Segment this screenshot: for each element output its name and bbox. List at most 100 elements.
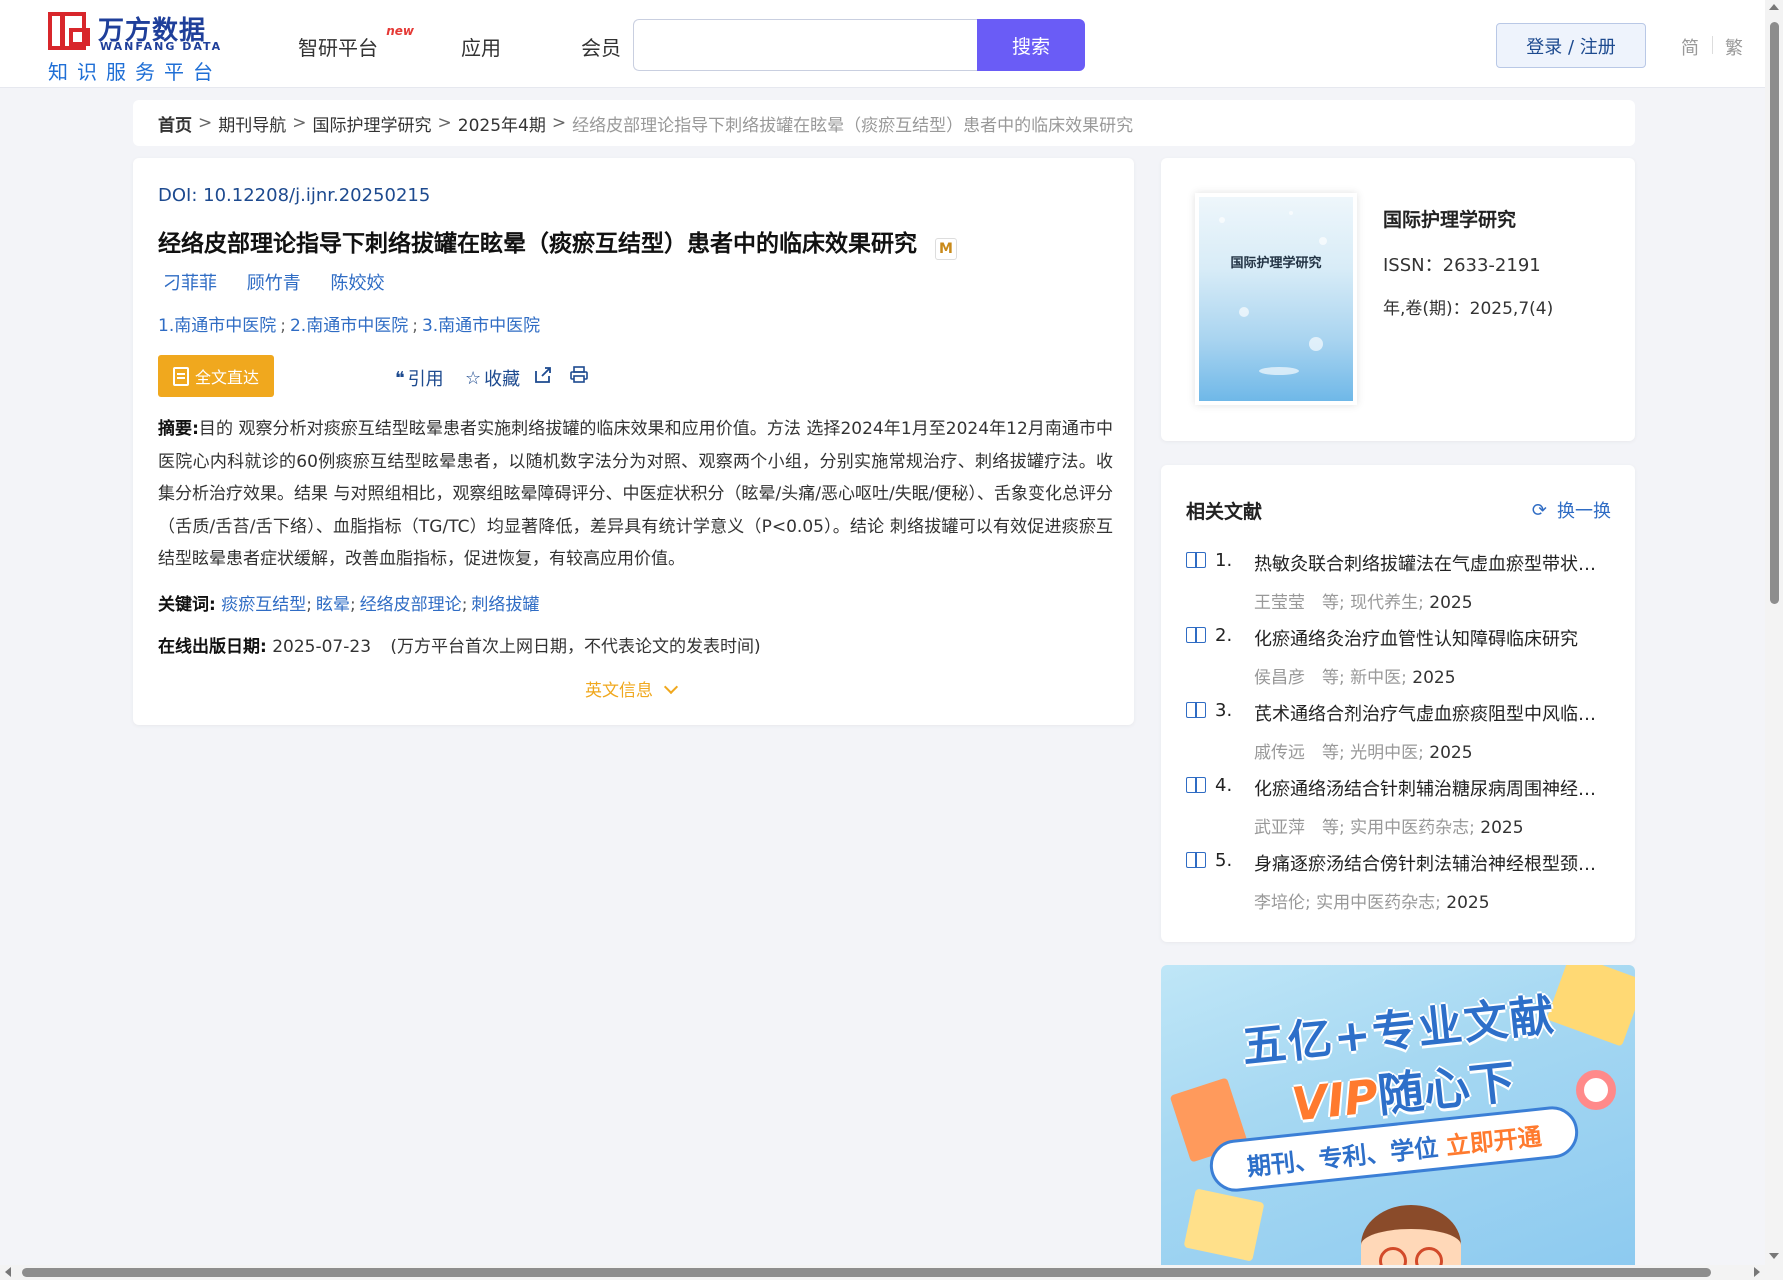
pubdate-label: 在线出版日期: <box>158 637 267 657</box>
banner-vip: VIP <box>1289 1068 1381 1132</box>
related-authors: 武亚萍 等; <box>1254 818 1345 838</box>
related-title[interactable]: 化瘀通络汤结合针刺辅治糖尿病周围神经病变临床研究 <box>1254 775 1606 801</box>
nav-member[interactable]: 会员 <box>581 32 621 61</box>
breadcrumb-journal-nav[interactable]: 期刊导航 <box>218 111 286 136</box>
breadcrumb-issue[interactable]: 2025年4期 <box>458 111 546 136</box>
related-authors: 李培伦; <box>1254 893 1311 913</box>
refresh-button[interactable]: ⟳ 换一换 <box>1532 497 1611 523</box>
vertical-scrollbar[interactable] <box>1765 0 1783 1265</box>
keyword-link[interactable]: 刺络拔罐 <box>471 595 539 615</box>
m-badge-icon[interactable]: M <box>935 238 957 260</box>
search-input[interactable] <box>633 19 977 71</box>
print-button[interactable] <box>569 365 589 385</box>
book-icon <box>1186 852 1206 868</box>
keyword-link[interactable]: 眩晕 <box>316 595 350 615</box>
cover-dot <box>1319 237 1327 245</box>
related-authors: 王莹莹 等; <box>1254 593 1345 613</box>
horizontal-scroll-thumb[interactable] <box>22 1268 1711 1277</box>
nav-apps[interactable]: 应用 <box>461 32 501 61</box>
affiliation-link[interactable]: 1.南通市中医院 <box>158 316 276 336</box>
related-title[interactable]: 化瘀通络灸治疗血管性认知障碍临床研究 <box>1254 625 1606 651</box>
logo-en-text: WANFANG DATA <box>100 40 223 53</box>
english-info-toggle[interactable]: 英文信息 <box>585 676 679 701</box>
cite-button[interactable]: ❝ 引用 <box>395 365 444 391</box>
related-authors: 侯昌彦 等; <box>1254 668 1345 688</box>
full-text-label: 全文直达 <box>194 368 259 387</box>
cover-dot <box>1219 217 1225 223</box>
related-title[interactable]: 身痛逐瘀汤结合傍针刺法辅治神经根型颈椎病临床观察 <box>1254 850 1606 876</box>
breadcrumb-separator: > <box>292 113 307 133</box>
related-source[interactable]: 新中医 <box>1350 668 1401 688</box>
book-icon <box>1186 552 1206 568</box>
keyword-link[interactable]: 痰瘀互结型 <box>221 595 306 615</box>
doi-link[interactable]: 10.12208/j.ijnr.20250215 <box>203 185 430 206</box>
chevron-down-icon <box>664 679 679 695</box>
book-illustration <box>1183 1188 1265 1262</box>
related-sep: ; <box>1469 818 1475 838</box>
breadcrumb-separator: > <box>551 113 567 133</box>
related-source[interactable]: 现代养生 <box>1350 593 1418 613</box>
related-meta: 李培伦; 实用中医药杂志; 2025 <box>1254 888 1490 913</box>
affiliation-link[interactable]: 3.南通市中医院 <box>422 316 540 336</box>
affiliation-link[interactable]: 2.南通市中医院 <box>290 316 408 336</box>
share-button[interactable] <box>533 365 553 385</box>
scroll-down-icon[interactable] <box>1769 1253 1779 1259</box>
related-sep: ; <box>1418 593 1424 613</box>
keyword-separator: ; <box>306 595 312 615</box>
nav-zhiyan[interactable]: 智研平台 new <box>298 24 414 61</box>
wanfang-logo[interactable]: 万方数据 WANFANG DATA 知识服务平台 <box>48 10 220 84</box>
vip-banner[interactable]: 五亿+专业文献 VIP随心下 期刊、专利、学位 立即开通 <box>1161 965 1635 1265</box>
related-meta: 戚传远 等; 光明中医; 2025 <box>1254 738 1473 763</box>
scroll-left-icon[interactable] <box>5 1267 11 1277</box>
login-register-button[interactable]: 登录 / 注册 <box>1496 23 1646 68</box>
cover-title: 国际护理学研究 <box>1230 256 1322 271</box>
breadcrumb-journal[interactable]: 国际护理学研究 <box>313 111 432 136</box>
breadcrumb-home[interactable]: 首页 <box>158 111 192 136</box>
document-icon <box>172 366 189 386</box>
abstract-label: 摘要: <box>158 419 199 439</box>
logo-sub-text: 知识服务平台 <box>48 60 222 84</box>
related-num: 3. <box>1215 700 1233 721</box>
related-sep: ; <box>1435 893 1441 913</box>
favorite-button[interactable]: ☆ 收藏 <box>465 365 520 391</box>
volume-label: 年,卷(期)： <box>1383 299 1470 319</box>
breadcrumb-separator: > <box>437 113 452 133</box>
related-source[interactable]: 实用中医药杂志 <box>1316 893 1435 913</box>
scroll-up-icon[interactable] <box>1769 4 1779 10</box>
author-link[interactable]: 刁菲菲 <box>163 273 217 294</box>
pubdate-value: 2025-07-23 <box>272 637 372 657</box>
favorite-label: 收藏 <box>484 369 521 390</box>
scrollbar-corner <box>1765 1265 1783 1280</box>
journal-name[interactable]: 国际护理学研究 <box>1383 205 1516 232</box>
horizontal-scrollbar[interactable] <box>0 1265 1765 1280</box>
share-icon <box>535 367 551 383</box>
quote-icon: ❝ <box>395 367 405 389</box>
author-link[interactable]: 顾竹青 <box>247 273 301 294</box>
full-text-button[interactable]: 全文直达 <box>158 355 274 397</box>
banner-cta-action: 立即开通 <box>1444 1122 1543 1160</box>
related-sep: ; <box>1401 668 1407 688</box>
related-title[interactable]: 热敏灸联合刺络拔罐法在气虚血瘀型带状疱疹后遗神经痛中的应用 <box>1254 550 1606 576</box>
lang-simplified[interactable]: 简 <box>1681 34 1699 60</box>
search-button[interactable]: 搜索 <box>977 19 1085 71</box>
keywords-label: 关键词: <box>158 595 216 615</box>
keyword-link[interactable]: 经络皮部理论 <box>360 595 462 615</box>
keyword-separator: ; <box>461 595 468 615</box>
vertical-scroll-thumb[interactable] <box>1770 22 1779 604</box>
lang-traditional[interactable]: 繁 <box>1725 34 1743 60</box>
related-meta: 王莹莹 等; 现代养生; 2025 <box>1254 588 1473 613</box>
related-papers-card: 相关文献 ⟳ 换一换 1. 热敏灸联合刺络拔罐法在气虚血瘀型带状疱疹后遗神经痛中… <box>1161 465 1635 942</box>
related-source[interactable]: 实用中医药杂志 <box>1350 818 1469 838</box>
book-illustration <box>1546 965 1635 1047</box>
logo-icon <box>48 12 90 50</box>
doi-line: DOI: 10.12208/j.ijnr.20250215 <box>158 185 430 206</box>
book-icon <box>1186 777 1206 793</box>
author-link[interactable]: 陈姣姣 <box>330 273 384 294</box>
issn-label: ISSN： <box>1383 255 1443 276</box>
journal-cover[interactable]: 国际护理学研究 <box>1195 193 1357 405</box>
related-source[interactable]: 光明中医 <box>1350 743 1418 763</box>
related-title[interactable]: 芪术通络合剂治疗气虚血瘀痰阻型中风临床观察 <box>1254 700 1606 726</box>
cover-dot <box>1239 307 1249 317</box>
scroll-right-icon[interactable] <box>1754 1267 1760 1277</box>
doi-label: DOI: <box>158 185 198 206</box>
